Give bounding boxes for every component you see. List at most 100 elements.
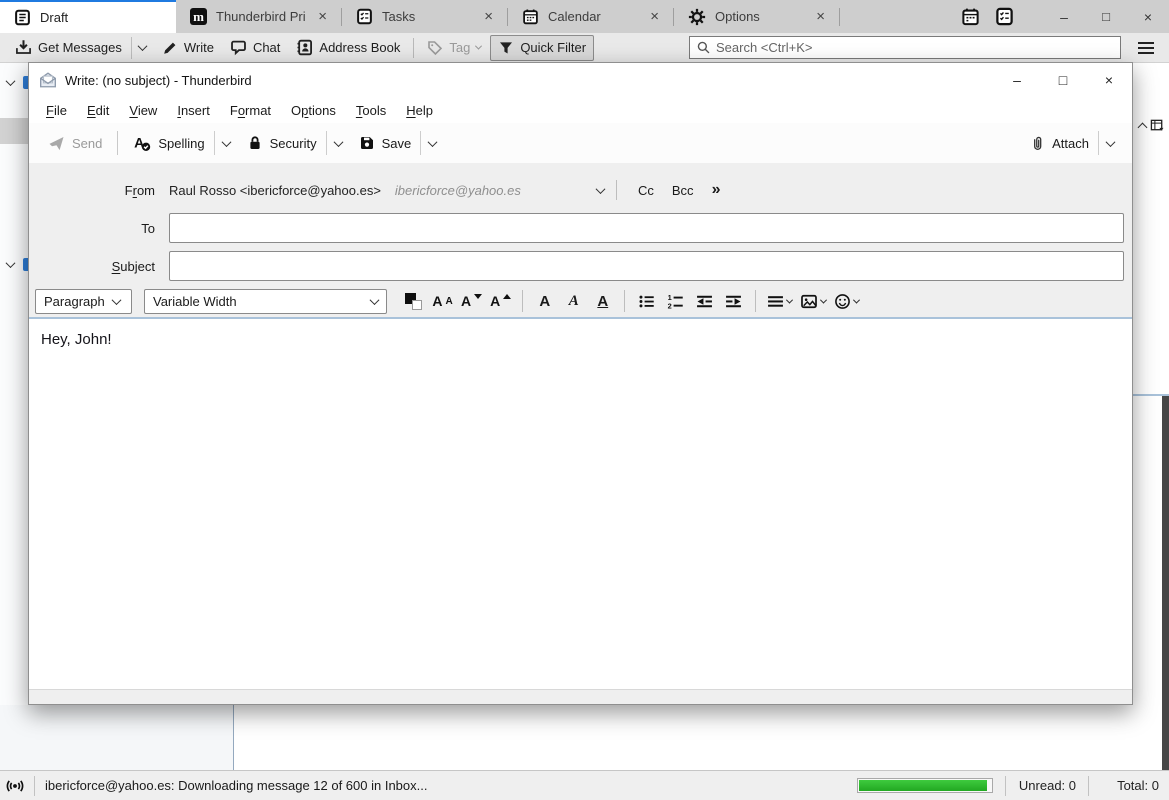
bold-button[interactable]: A bbox=[532, 288, 557, 314]
tab-calendar[interactable]: Calendar × bbox=[508, 0, 673, 33]
indent-button[interactable] bbox=[721, 288, 746, 314]
attach-dropdown[interactable] bbox=[1098, 131, 1122, 155]
pane-splitter[interactable] bbox=[233, 705, 234, 770]
app-menu-icon[interactable] bbox=[1131, 35, 1161, 61]
tasks-view-button[interactable] bbox=[987, 0, 1021, 33]
column-picker-icon[interactable] bbox=[1150, 118, 1165, 133]
address-book-icon bbox=[296, 39, 313, 56]
quick-filter-button[interactable]: Quick Filter bbox=[490, 35, 594, 61]
folder-pane-bottom bbox=[0, 705, 233, 770]
paragraph-style-select[interactable]: Paragraph bbox=[35, 289, 132, 314]
tab-thunderbird-privacy[interactable]: m Thunderbird Priv × bbox=[176, 0, 341, 33]
compose-toolbar: Send A Spelling Security Sa bbox=[29, 123, 1132, 163]
folder-twisty-icon[interactable] bbox=[6, 258, 16, 268]
align-icon bbox=[767, 293, 784, 310]
alignment-button[interactable] bbox=[765, 288, 794, 314]
tab-close-icon[interactable]: × bbox=[646, 9, 663, 24]
font-size-button[interactable]: AA bbox=[430, 288, 455, 314]
folder-selected-row[interactable] bbox=[0, 118, 28, 144]
tag-button[interactable]: Tag bbox=[420, 35, 488, 61]
security-dropdown[interactable] bbox=[326, 131, 350, 155]
numbered-list-button[interactable]: 12 bbox=[663, 288, 688, 314]
toolbar-separator bbox=[117, 131, 118, 155]
minimize-button[interactable]: – bbox=[1043, 0, 1085, 33]
thread-pane-sliver bbox=[1133, 63, 1169, 770]
bullet-list-button[interactable] bbox=[634, 288, 659, 314]
increase-font-size-button[interactable]: A bbox=[488, 288, 513, 314]
quick-filter-label: Quick Filter bbox=[520, 40, 586, 55]
tab-options[interactable]: Options × bbox=[674, 0, 839, 33]
insert-smiley-button[interactable] bbox=[832, 288, 861, 314]
from-identity-dropdown[interactable]: Raul Rosso <ibericforce@yahoo.es> iberic… bbox=[169, 183, 597, 198]
outdent-button[interactable] bbox=[692, 288, 717, 314]
cc-button[interactable]: Cc bbox=[629, 179, 663, 202]
calendar-view-button[interactable] bbox=[953, 0, 987, 33]
italic-button[interactable]: A bbox=[561, 288, 586, 314]
compose-maximize-button[interactable]: □ bbox=[1040, 63, 1086, 97]
search-input[interactable] bbox=[689, 36, 1121, 59]
spelling-button[interactable]: A Spelling bbox=[124, 129, 213, 158]
sort-ascending-icon[interactable] bbox=[1138, 123, 1148, 133]
compose-close-button[interactable]: × bbox=[1086, 63, 1132, 97]
save-label: Save bbox=[382, 136, 412, 151]
save-button[interactable]: Save bbox=[350, 129, 421, 158]
tab-close-icon[interactable]: × bbox=[314, 9, 331, 24]
menu-view[interactable]: View bbox=[120, 100, 166, 121]
decrease-font-size-button[interactable]: A bbox=[459, 288, 484, 314]
chat-button[interactable]: Chat bbox=[223, 35, 287, 61]
tab-close-icon[interactable]: × bbox=[480, 9, 497, 24]
more-addressing-button[interactable]: » bbox=[703, 179, 730, 201]
subject-input[interactable] bbox=[169, 251, 1124, 281]
from-label: From bbox=[29, 183, 169, 198]
insert-image-button[interactable] bbox=[798, 288, 828, 314]
tag-icon bbox=[427, 40, 443, 56]
menu-file[interactable]: File bbox=[37, 100, 76, 121]
close-button[interactable]: × bbox=[1127, 0, 1169, 33]
compose-minimize-button[interactable]: – bbox=[994, 63, 1040, 97]
tab-draft[interactable]: Draft bbox=[0, 0, 176, 33]
compose-titlebar[interactable]: Write: (no subject) - Thunderbird – □ × bbox=[29, 63, 1132, 97]
tasks-icon bbox=[356, 8, 373, 25]
maximize-button[interactable]: □ bbox=[1085, 0, 1127, 33]
menu-format[interactable]: Format bbox=[221, 100, 280, 121]
spelling-label: Spelling bbox=[158, 136, 204, 151]
chevron-down-icon bbox=[428, 137, 438, 147]
security-button[interactable]: Security bbox=[238, 129, 326, 158]
tab-tasks[interactable]: Tasks × bbox=[342, 0, 507, 33]
menu-edit[interactable]: Edit bbox=[78, 100, 118, 121]
compose-window-title: Write: (no subject) - Thunderbird bbox=[65, 73, 252, 88]
unread-count: Unread: 0 bbox=[1018, 778, 1076, 793]
image-icon bbox=[800, 293, 818, 310]
menu-insert[interactable]: Insert bbox=[168, 100, 219, 121]
bcc-button[interactable]: Bcc bbox=[663, 179, 703, 202]
attach-button[interactable]: Attach bbox=[1021, 129, 1098, 158]
address-book-button[interactable]: Address Book bbox=[289, 35, 407, 61]
get-messages-button[interactable]: Get Messages bbox=[8, 35, 129, 61]
font-select[interactable]: Variable Width bbox=[144, 289, 387, 314]
menu-options[interactable]: Options bbox=[282, 100, 345, 121]
statusbar-separator bbox=[1005, 776, 1006, 796]
write-button[interactable]: Write bbox=[155, 35, 221, 61]
menu-tools[interactable]: Tools bbox=[347, 100, 395, 121]
chevron-down-icon[interactable] bbox=[596, 184, 606, 194]
tab-close-icon[interactable]: × bbox=[812, 9, 829, 24]
message-body-text: Hey, John! bbox=[41, 331, 112, 348]
chevron-down-icon bbox=[820, 296, 827, 303]
to-input[interactable] bbox=[169, 213, 1124, 243]
folder-twisty-icon[interactable] bbox=[6, 76, 16, 86]
message-body-editor[interactable]: Hey, John! bbox=[29, 319, 1132, 689]
font-value: Variable Width bbox=[153, 294, 237, 309]
network-activity-icon bbox=[6, 777, 24, 795]
mail-toolbar: Get Messages Write Chat Address Book bbox=[0, 33, 1169, 63]
save-dropdown[interactable] bbox=[420, 131, 444, 155]
underline-button[interactable]: A bbox=[590, 288, 615, 314]
get-messages-dropdown[interactable] bbox=[131, 37, 153, 59]
from-identity-value: Raul Rosso <ibericforce@yahoo.es> bbox=[169, 183, 381, 198]
spelling-icon: A bbox=[133, 134, 151, 152]
spelling-dropdown[interactable] bbox=[214, 131, 238, 155]
chevron-down-icon bbox=[221, 137, 231, 147]
chevron-down-icon bbox=[1106, 137, 1116, 147]
menu-help[interactable]: Help bbox=[397, 100, 442, 121]
send-button[interactable]: Send bbox=[39, 129, 111, 158]
text-color-picker[interactable] bbox=[401, 288, 426, 314]
